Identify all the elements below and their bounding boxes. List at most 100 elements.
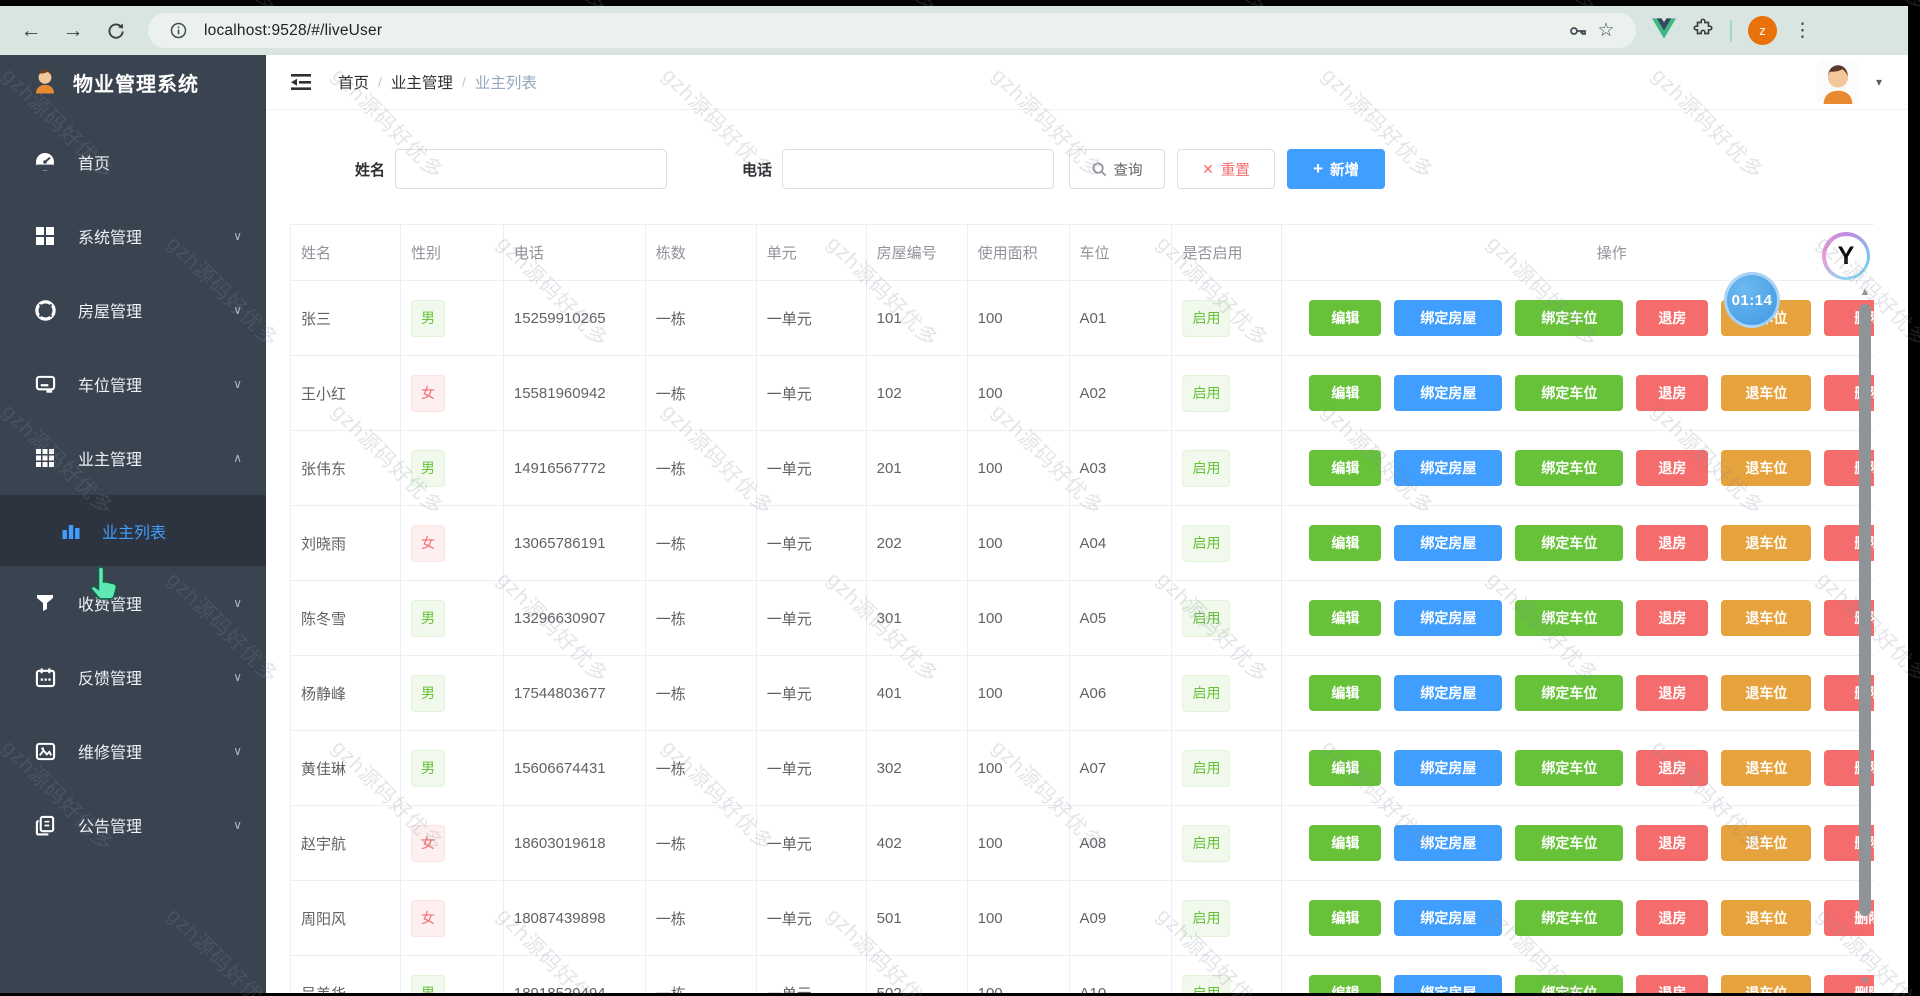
sidebar-item-home[interactable]: 首页 (0, 125, 266, 199)
user-avatar[interactable] (1815, 60, 1860, 104)
extensions-icon[interactable] (1692, 17, 1714, 44)
sidebar-item-parking[interactable]: 车位管理 ∨ (0, 347, 266, 421)
edit-button[interactable]: 编辑 (1309, 975, 1382, 993)
owner-room: 401 (876, 684, 902, 702)
edit-button[interactable]: 编辑 (1309, 525, 1382, 561)
checkout-parking-button[interactable]: 退车位 (1721, 675, 1812, 711)
checkout-button[interactable]: 退房 (1636, 375, 1709, 411)
reload-icon[interactable] (98, 14, 132, 48)
edit-button[interactable]: 编辑 (1309, 450, 1382, 486)
bind-parking-button[interactable]: 绑定车位 (1515, 300, 1624, 336)
bind-parking-button[interactable]: 绑定车位 (1515, 975, 1624, 993)
edit-button[interactable]: 编辑 (1309, 675, 1382, 711)
bookmark-star-icon[interactable]: ☆ (1592, 19, 1620, 42)
checkout-button[interactable]: 退房 (1636, 450, 1709, 486)
checkout-parking-button[interactable]: 退车位 (1721, 450, 1812, 486)
add-button[interactable]: + 新增 (1287, 149, 1386, 189)
bind-parking-button[interactable]: 绑定车位 (1515, 600, 1624, 636)
bind-house-button[interactable]: 绑定房屋 (1394, 825, 1503, 861)
edit-button[interactable]: 编辑 (1309, 900, 1382, 936)
browser-menu-icon[interactable]: ⋮ (1793, 19, 1812, 42)
ring-icon (32, 299, 58, 321)
table-header-row: 姓名 性别 电话 栋数 单元 房屋编号 使用面积 车位 是否启用 操作 (291, 225, 1874, 281)
site-info-icon[interactable] (164, 22, 192, 39)
header-status: 是否启用 (1172, 225, 1283, 281)
recording-timer-bubble[interactable]: 01:14 (1724, 272, 1780, 328)
bind-house-button[interactable]: 绑定房屋 (1394, 675, 1503, 711)
name-label: 姓名 (355, 161, 386, 179)
checkout-button[interactable]: 退房 (1636, 975, 1709, 993)
owner-parking: A02 (1079, 384, 1107, 402)
owner-parking: A04 (1079, 534, 1107, 552)
bind-house-button[interactable]: 绑定房屋 (1394, 525, 1503, 561)
sidebar-item-repair[interactable]: 维修管理 ∨ (0, 714, 266, 788)
header-parking: 车位 (1069, 225, 1173, 281)
sidebar-item-owner-list[interactable]: 业主列表 (0, 495, 266, 566)
checkout-parking-button[interactable]: 退车位 (1721, 825, 1812, 861)
checkout-parking-button[interactable]: 退车位 (1721, 900, 1812, 936)
sidebar-item-fees[interactable]: 收费管理 ∨ (0, 566, 266, 640)
checkout-parking-button[interactable]: 退车位 (1721, 525, 1812, 561)
url-text[interactable]: localhost:9528/#/liveUser (204, 22, 1564, 40)
bind-parking-button[interactable]: 绑定车位 (1515, 525, 1624, 561)
edit-button[interactable]: 编辑 (1309, 750, 1382, 786)
sidebar-item-feedback[interactable]: 反馈管理 ∨ (0, 640, 266, 714)
edit-button[interactable]: 编辑 (1309, 300, 1382, 336)
hamburger-fold-icon[interactable] (290, 72, 312, 92)
password-key-icon[interactable] (1564, 21, 1592, 41)
checkout-parking-button[interactable]: 退车位 (1721, 975, 1812, 993)
bind-house-button[interactable]: 绑定房屋 (1394, 450, 1503, 486)
bind-house-button[interactable]: 绑定房屋 (1394, 300, 1503, 336)
bind-parking-button[interactable]: 绑定车位 (1515, 750, 1624, 786)
bind-parking-button[interactable]: 绑定车位 (1515, 450, 1624, 486)
scroll-up-icon[interactable]: ▲ (1854, 286, 1876, 298)
checkout-parking-button[interactable]: 退车位 (1721, 600, 1812, 636)
phone-input[interactable] (782, 149, 1055, 189)
edit-button[interactable]: 编辑 (1309, 825, 1382, 861)
bind-parking-button[interactable]: 绑定车位 (1515, 375, 1624, 411)
vertical-scrollbar[interactable]: ▲ ▼ (1854, 280, 1876, 993)
checkout-button[interactable]: 退房 (1636, 825, 1709, 861)
checkout-button[interactable]: 退房 (1636, 900, 1709, 936)
scroll-down-icon[interactable]: ▼ (1854, 975, 1876, 987)
sidebar-item-house[interactable]: 房屋管理 ∨ (0, 273, 266, 347)
vue-devtools-icon[interactable] (1652, 17, 1676, 44)
checkout-button[interactable]: 退房 (1636, 525, 1709, 561)
edit-button[interactable]: 编辑 (1309, 600, 1382, 636)
sidebar-item-owner[interactable]: 业主管理 ∧ (0, 421, 266, 495)
owner-room: 302 (876, 759, 902, 777)
table-row: 刘晓雨 女 13065786191 一栋 一单元 202 100 A04 启用 … (291, 506, 1874, 581)
floating-extension-button[interactable]: Y (1822, 232, 1870, 280)
bind-parking-button[interactable]: 绑定车位 (1515, 825, 1624, 861)
owner-unit: 一单元 (767, 983, 812, 994)
edit-button[interactable]: 编辑 (1309, 375, 1382, 411)
bind-house-button[interactable]: 绑定房屋 (1394, 750, 1503, 786)
checkout-button[interactable]: 退房 (1636, 300, 1709, 336)
sidebar-item-system[interactable]: 系统管理 ∨ (0, 199, 266, 273)
name-input[interactable] (395, 149, 668, 189)
user-caret-icon[interactable]: ▾ (1876, 75, 1882, 89)
chevron-down-icon: ∨ (233, 377, 242, 391)
reset-button[interactable]: ✕ 重置 (1177, 149, 1276, 189)
checkout-button[interactable]: 退房 (1636, 675, 1709, 711)
breadcrumb-owner-mgmt[interactable]: 业主管理 (391, 71, 453, 93)
back-icon[interactable]: ← (14, 14, 48, 48)
bind-house-button[interactable]: 绑定房屋 (1394, 600, 1503, 636)
sidebar: 物业管理系统 首页 系统管理 ∨ 房屋管理 ∨ 车位管理 ∨ 业主管理 ∧ 业主… (0, 55, 266, 993)
checkout-button[interactable]: 退房 (1636, 750, 1709, 786)
bind-house-button[interactable]: 绑定房屋 (1394, 900, 1503, 936)
bind-parking-button[interactable]: 绑定车位 (1515, 900, 1624, 936)
browser-profile-avatar[interactable]: z (1748, 16, 1777, 45)
checkout-button[interactable]: 退房 (1636, 600, 1709, 636)
address-bar[interactable]: localhost:9528/#/liveUser ☆ (148, 13, 1636, 48)
bind-house-button[interactable]: 绑定房屋 (1394, 975, 1503, 993)
checkout-parking-button[interactable]: 退车位 (1721, 375, 1812, 411)
checkout-parking-button[interactable]: 退车位 (1721, 750, 1812, 786)
forward-icon[interactable]: → (56, 14, 90, 48)
query-button[interactable]: 查询 (1069, 149, 1166, 189)
scrollbar-thumb[interactable] (1859, 304, 1871, 916)
sidebar-item-notice[interactable]: 公告管理 ∨ (0, 788, 266, 862)
bind-house-button[interactable]: 绑定房屋 (1394, 375, 1503, 411)
bind-parking-button[interactable]: 绑定车位 (1515, 675, 1624, 711)
breadcrumb-home[interactable]: 首页 (338, 71, 369, 93)
